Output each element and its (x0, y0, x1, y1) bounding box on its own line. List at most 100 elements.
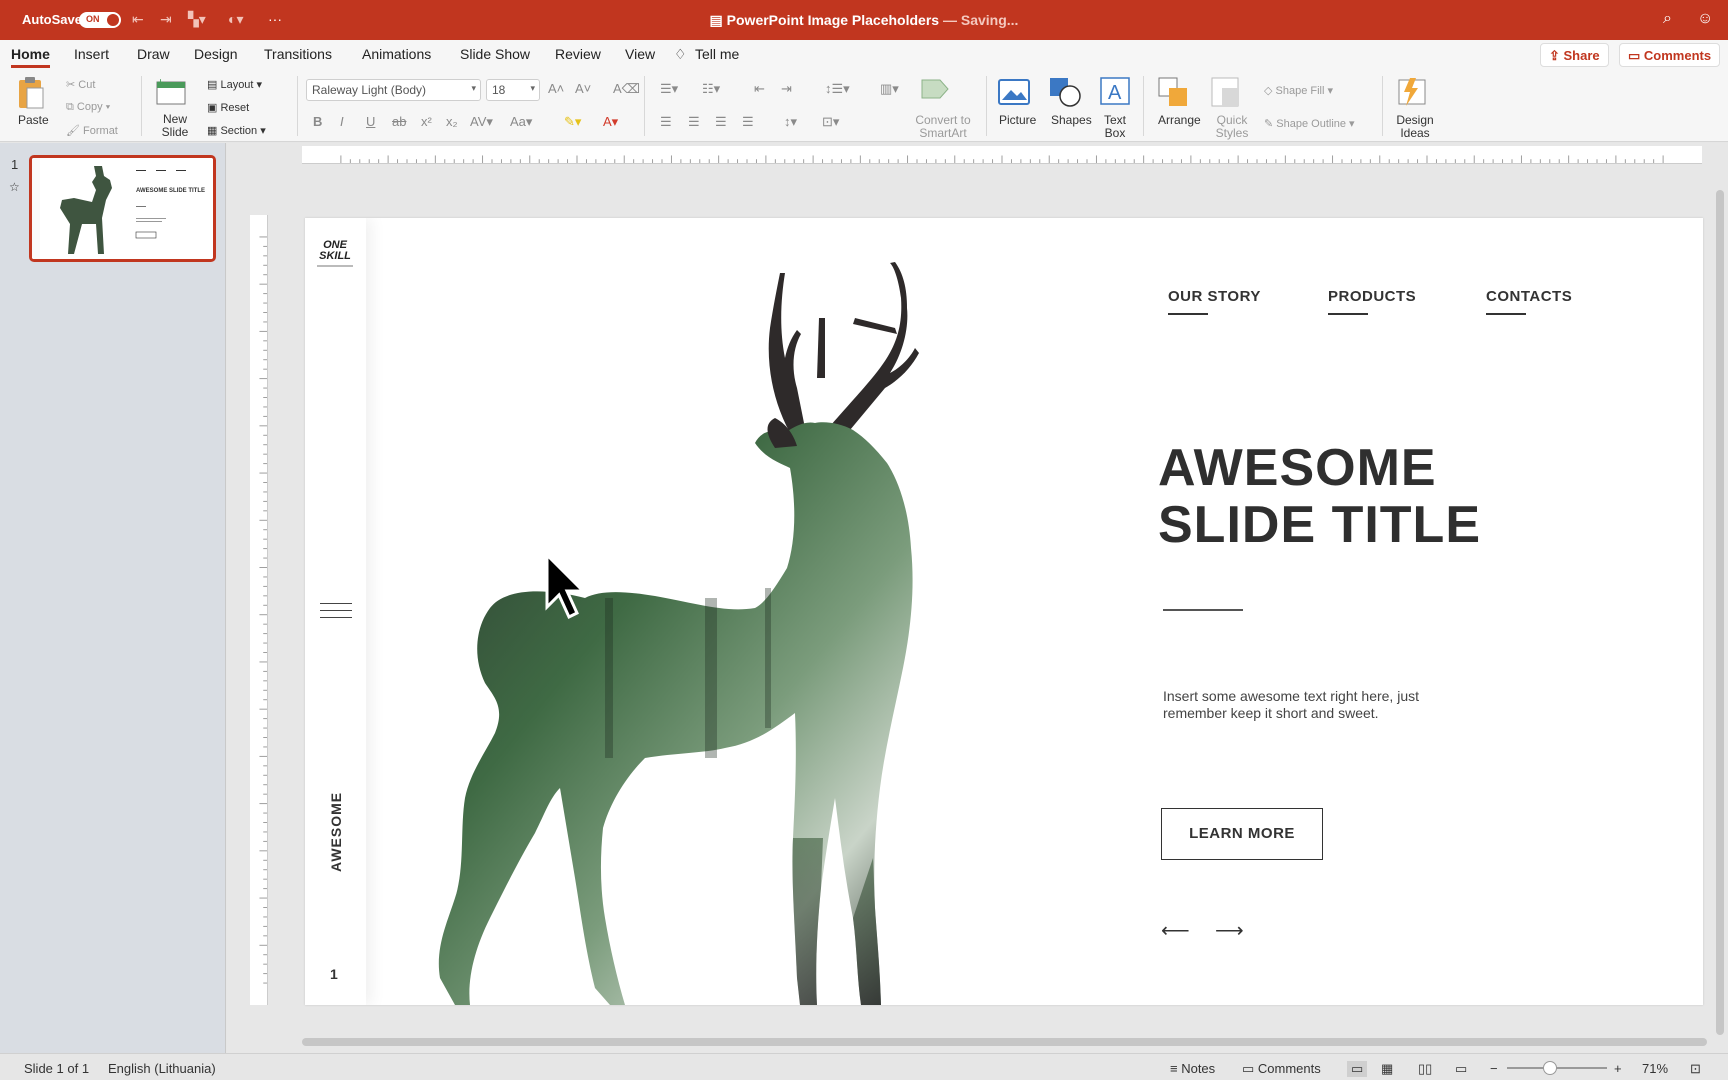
bullets-icon[interactable]: ☰▾ (660, 81, 678, 97)
font-size-select[interactable]: 18 ▾ (486, 79, 540, 101)
change-case-icon[interactable]: Aa▾ (510, 114, 532, 130)
slide-page-number: 1 (330, 966, 338, 982)
underline-icon[interactable]: U (366, 114, 375, 129)
quick-styles-icon[interactable] (1210, 76, 1248, 110)
shape-fill-button[interactable]: ◇ Shape Fill ▾ (1264, 84, 1333, 97)
format-painter-button[interactable]: 🖌 Format (66, 124, 118, 137)
status-comments-button[interactable]: ▭ Comments (1242, 1061, 1321, 1077)
text-direction-icon[interactable]: ↕▾ (784, 114, 797, 130)
new-slide-label: New Slide (161, 112, 189, 139)
logo: ONE SKILL (314, 240, 356, 262)
smartart-icon[interactable] (918, 76, 952, 102)
char-spacing-icon[interactable]: AV▾ (470, 114, 493, 130)
slide-canvas[interactable]: ONE SKILL AWESOME 1 OUR STORY PRODUCTS C… (305, 218, 1703, 1005)
cut-button[interactable]: ✂ Cut (66, 78, 95, 91)
bold-icon[interactable]: B (313, 114, 322, 129)
zoom-in-icon[interactable]: + (1614, 1061, 1622, 1076)
picture-icon[interactable] (998, 78, 1032, 106)
decrease-indent-icon[interactable]: ⇤ (754, 81, 765, 97)
shapes-icon[interactable] (1048, 76, 1086, 108)
tab-slide-show[interactable]: Slide Show (460, 46, 530, 62)
normal-view-icon[interactable]: ▭ (1347, 1061, 1368, 1077)
tab-review[interactable]: Review (555, 46, 601, 62)
reading-view-icon[interactable]: ▯▯ (1418, 1061, 1432, 1077)
next-arrow-icon[interactable]: ⟶ (1215, 918, 1244, 943)
slide-title[interactable]: AWESOME SLIDE TITLE (1158, 440, 1481, 554)
title-line-2: SLIDE TITLE (1158, 496, 1481, 554)
slide-body-text[interactable]: Insert some awesome text right here, jus… (1163, 688, 1453, 722)
decrease-font-icon[interactable]: A˅ (575, 81, 591, 96)
reset-label: Reset (220, 102, 250, 114)
search-icon[interactable]: ⌕ (1663, 10, 1672, 28)
title-line-1: AWESOME (1158, 439, 1437, 497)
notes-button[interactable]: ≡ Notes (1170, 1061, 1215, 1076)
highlight-icon[interactable]: ✎▾ (564, 114, 581, 130)
align-right-icon[interactable]: ☰ (715, 114, 727, 130)
columns-icon[interactable]: ▥▾ (880, 81, 899, 97)
tab-design[interactable]: Design (194, 46, 238, 62)
zoom-slider[interactable] (1507, 1061, 1607, 1075)
tab-tell-me[interactable]: Tell me (695, 46, 739, 62)
thumbnail-title: AWESOME SLIDE TITLE (136, 188, 205, 194)
horizontal-scrollbar[interactable] (302, 1038, 1707, 1046)
language-indicator[interactable]: English (Lithuania) (108, 1061, 216, 1076)
subscript-icon[interactable]: x₂ (446, 114, 458, 129)
copy-button[interactable]: ⧉ Copy ▾ (66, 101, 110, 114)
tab-insert[interactable]: Insert (74, 46, 109, 62)
strikethrough-icon[interactable]: ab (392, 114, 406, 129)
italic-icon[interactable]: I (340, 114, 344, 129)
comment-icon: ▭ (1628, 48, 1644, 63)
shape-fill-label: Shape Fill (1275, 85, 1325, 97)
nav-contacts[interactable]: CONTACTS (1486, 288, 1572, 315)
nav-products[interactable]: PRODUCTS (1328, 288, 1416, 315)
increase-font-icon[interactable]: A˄ (548, 81, 564, 96)
font-name-value: Raleway Light (Body) (312, 83, 427, 97)
align-center-icon[interactable]: ☰ (688, 114, 700, 130)
tab-view[interactable]: View (625, 46, 655, 62)
arrange-label: Arrange (1158, 113, 1201, 127)
slide-thumbnail-pane: 1 ☆ AWESOME SLIDE TITLE (0, 143, 226, 1053)
divider (1382, 76, 1383, 136)
tab-transitions[interactable]: Transitions (264, 46, 332, 62)
new-slide-icon[interactable]: + (155, 76, 189, 108)
smiley-icon[interactable]: ☺ (1697, 10, 1713, 28)
comments-label: Comments (1643, 48, 1712, 63)
tab-animations[interactable]: Animations (362, 46, 431, 62)
reset-button[interactable]: ▣ Reset (207, 101, 249, 114)
prev-arrow-icon[interactable]: ⟵ (1161, 918, 1190, 943)
learn-more-button[interactable]: LEARN MORE (1161, 808, 1323, 860)
numbering-icon[interactable]: ☷▾ (702, 81, 720, 97)
fit-slide-icon[interactable]: ⊡ (1690, 1061, 1701, 1077)
font-color-icon[interactable]: A▾ (603, 114, 618, 130)
nav-our-story[interactable]: OUR STORY (1168, 288, 1261, 315)
tab-home[interactable]: Home (11, 46, 50, 68)
paste-icon[interactable] (16, 76, 46, 112)
horizontal-ruler (302, 146, 1702, 164)
zoom-out-icon[interactable]: − (1490, 1061, 1498, 1076)
increase-indent-icon[interactable]: ⇥ (781, 81, 792, 97)
text-box-icon[interactable]: A (1099, 76, 1133, 108)
zoom-slider-thumb[interactable] (1543, 1061, 1557, 1075)
share-button[interactable]: ⇪ Share (1540, 43, 1609, 67)
section-button[interactable]: ▦ Section ▾ (207, 124, 266, 137)
layout-button[interactable]: ▤ Layout ▾ (207, 78, 262, 91)
align-text-icon[interactable]: ⊡▾ (822, 114, 839, 130)
shape-outline-button[interactable]: ✎ Shape Outline ▾ (1264, 117, 1355, 130)
vertical-scrollbar[interactable] (1716, 190, 1724, 1035)
comments-button[interactable]: ▭ Comments (1619, 43, 1721, 67)
design-ideas-icon[interactable] (1396, 76, 1430, 108)
slide-sorter-icon[interactable]: ▦ (1381, 1061, 1393, 1077)
clear-format-icon[interactable]: A⌫ (613, 81, 640, 97)
tab-draw[interactable]: Draw (137, 46, 170, 62)
deer-forest-image[interactable] (425, 258, 965, 1005)
ribbon-tabs: Home Insert Draw Design Transitions Anim… (0, 40, 1728, 68)
arrange-icon[interactable] (1157, 76, 1195, 108)
line-spacing-icon[interactable]: ↕☰▾ (825, 81, 850, 97)
font-name-select[interactable]: Raleway Light (Body) ▾ (306, 79, 481, 101)
align-left-icon[interactable]: ☰ (660, 114, 672, 130)
slide-show-icon[interactable]: ▭ (1455, 1061, 1467, 1077)
superscript-icon[interactable]: x² (421, 114, 432, 129)
slide-thumbnail[interactable]: AWESOME SLIDE TITLE (29, 155, 216, 262)
justify-icon[interactable]: ☰ (742, 114, 754, 130)
zoom-level[interactable]: 71% (1642, 1061, 1668, 1076)
